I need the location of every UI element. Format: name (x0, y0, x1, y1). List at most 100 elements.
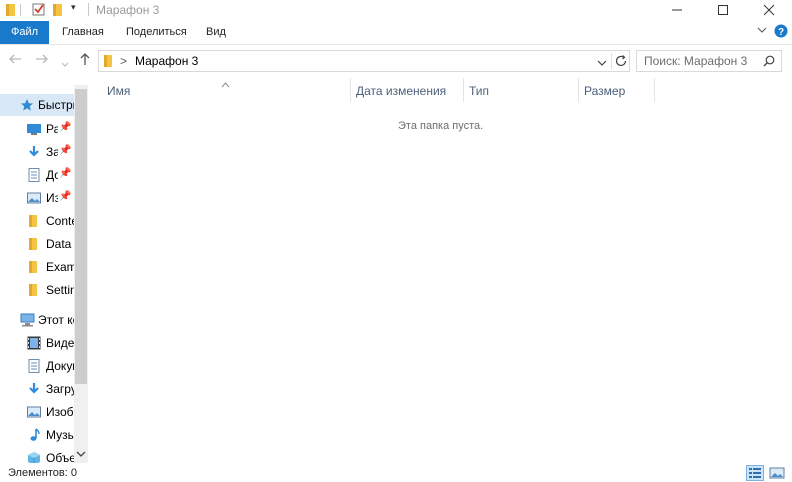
sidebar-item-this-pc[interactable]: Этот компьютер (0, 309, 74, 331)
sidebar-item-quick-access[interactable]: Быстрый доступ (0, 94, 74, 116)
breadcrumb-separator[interactable]: > (120, 54, 127, 68)
address-bar[interactable]: > Марафон 3 (98, 50, 630, 72)
video-icon (27, 336, 41, 350)
forward-arrow-icon[interactable] (35, 52, 49, 68)
column-header-type[interactable]: Тип (469, 84, 489, 98)
window-title: Марафон 3 (96, 3, 160, 17)
folder-icon (6, 3, 18, 20)
sidebar-label: Музыка (46, 428, 74, 442)
search-input[interactable]: Поиск: Марафон 3 (644, 54, 747, 68)
sort-ascending-icon (221, 77, 230, 91)
computer-icon (20, 313, 35, 327)
title-divider (88, 3, 89, 16)
folder-icon (104, 54, 115, 71)
properties-checkbox-icon[interactable] (32, 3, 46, 20)
sidebar-label: Загрузки (46, 382, 74, 396)
desktop-icon (27, 122, 41, 136)
folder-icon (29, 260, 43, 274)
picture-icon (27, 405, 41, 419)
music-icon (27, 428, 41, 442)
close-button[interactable] (746, 0, 792, 20)
tab-share[interactable]: Поделиться (126, 21, 187, 44)
tab-home[interactable]: Главная (62, 21, 104, 44)
sidebar-item-pc-documents[interactable]: Документы (0, 355, 74, 377)
sidebar-item-pc-downloads[interactable]: Загрузки (0, 378, 74, 400)
picture-icon (27, 191, 41, 205)
quick-access-dropdown-icon[interactable]: ▾ (71, 2, 76, 13)
sidebar-label: Документы (46, 359, 74, 373)
svg-text:?: ? (778, 27, 784, 38)
navigation-pane: Быстрый доступ Рабочий стол 📌 Загрузки 📌… (0, 85, 88, 463)
minimize-button[interactable] (654, 0, 700, 20)
sidebar-scrollbar-thumb[interactable] (75, 89, 87, 384)
column-header-name[interactable]: Имя (107, 84, 130, 98)
sidebar-label: Изображения (46, 405, 74, 419)
file-list-pane[interactable]: Имя Дата изменения Тип Размер Эта папка … (88, 76, 792, 463)
sidebar-scrollbar[interactable] (74, 85, 88, 463)
document-icon (27, 168, 41, 182)
recent-locations-chevron-icon[interactable] (61, 55, 69, 71)
new-folder-icon[interactable] (53, 3, 65, 20)
sidebar-label: Этот компьютер (38, 313, 74, 327)
maximize-button[interactable] (700, 0, 746, 20)
empty-folder-message: Эта папка пуста. (398, 120, 484, 132)
pin-icon: 📌 (59, 122, 72, 133)
pin-icon: 📌 (59, 145, 72, 156)
sidebar-item-desktop[interactable]: Рабочий стол 📌 (0, 118, 74, 140)
folder-icon (29, 237, 43, 251)
sidebar-item-music[interactable]: Музыка (0, 424, 74, 446)
back-arrow-icon[interactable] (8, 52, 22, 68)
sidebar-item-content[interactable]: Content (0, 210, 74, 232)
column-header-date-modified[interactable]: Дата изменения (356, 84, 446, 98)
item-count: Элементов: 0 (8, 467, 77, 479)
tab-file[interactable]: Файл (0, 21, 49, 44)
address-history-chevron-icon[interactable] (597, 57, 607, 71)
sidebar-item-examples[interactable]: Examples (0, 256, 74, 278)
refresh-icon[interactable] (614, 54, 628, 71)
tab-view[interactable]: Вид (206, 21, 226, 44)
pin-icon: 📌 (59, 168, 72, 179)
scroll-down-chevron-icon[interactable] (76, 447, 86, 461)
sidebar-item-data[interactable]: Data (0, 233, 74, 255)
sidebar-item-3d-objects[interactable]: Объемные объекты (0, 447, 74, 463)
up-arrow-icon[interactable] (79, 52, 91, 69)
sidebar-label: Документы (46, 168, 58, 182)
title-bar: ▾ Марафон 3 (0, 0, 792, 20)
search-icon[interactable] (763, 55, 775, 70)
sidebar-item-settings[interactable]: Settings (0, 279, 74, 301)
sidebar-item-documents[interactable]: Документы 📌 (0, 164, 74, 186)
search-box[interactable]: Поиск: Марафон 3 (636, 50, 782, 72)
details-view-button[interactable] (746, 465, 764, 481)
sidebar-item-videos[interactable]: Видео (0, 332, 74, 354)
sidebar-item-downloads[interactable]: Загрузки 📌 (0, 141, 74, 163)
folder-icon (29, 283, 43, 297)
sidebar-label: Examples (46, 260, 74, 274)
pin-icon: 📌 (59, 191, 72, 202)
help-icon[interactable]: ? (774, 24, 788, 41)
status-bar: Элементов: 0 (0, 463, 792, 482)
ribbon-tabs: Файл Главная Поделиться Вид ? (0, 21, 792, 45)
column-divider[interactable] (654, 78, 655, 102)
sidebar-label: Видео (46, 336, 74, 350)
sidebar-label: Data (46, 237, 72, 251)
download-icon (27, 382, 41, 396)
large-icons-view-button[interactable] (768, 465, 786, 481)
sidebar-label: Рабочий стол (46, 122, 58, 136)
expand-ribbon-icon[interactable] (756, 24, 768, 39)
sidebar-item-pictures[interactable]: Изображения 📌 (0, 187, 74, 209)
column-divider[interactable] (350, 78, 351, 102)
address-path[interactable]: Марафон 3 (135, 54, 198, 68)
column-divider[interactable] (578, 78, 579, 102)
address-divider (611, 53, 612, 69)
3d-objects-icon (27, 451, 41, 463)
sidebar-item-pc-pictures[interactable]: Изображения (0, 401, 74, 423)
column-header-size[interactable]: Размер (584, 84, 625, 98)
navigation-bar: > Марафон 3 Поиск: Марафон 3 (0, 46, 792, 76)
star-icon (20, 98, 34, 112)
document-icon (27, 359, 41, 373)
sidebar-label: Загрузки (46, 145, 58, 159)
column-divider[interactable] (463, 78, 464, 102)
sidebar-label: Изображения (46, 191, 58, 205)
folder-icon (29, 214, 43, 228)
sidebar-label: Settings (46, 283, 74, 297)
